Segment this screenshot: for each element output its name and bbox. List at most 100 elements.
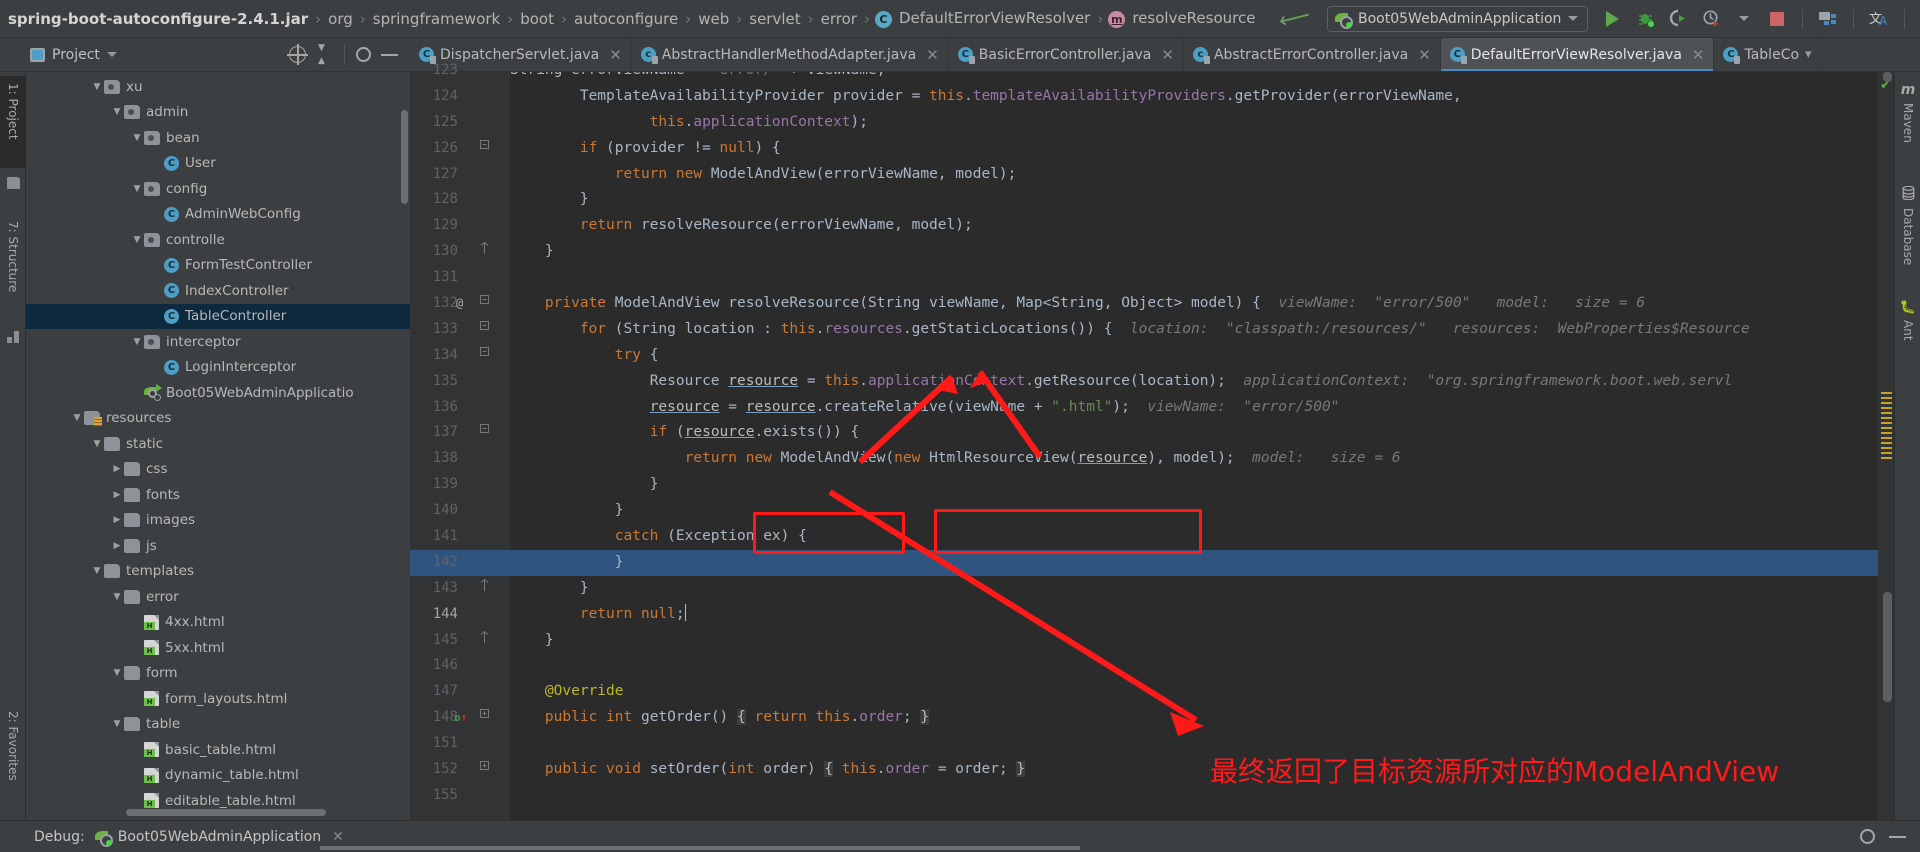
gutter-line[interactable]: 132 @ <box>410 291 510 317</box>
sidebar-item-project[interactable]: 1: Project <box>0 76 26 168</box>
editor-gutter[interactable]: 123 124 125 126 127 128 129 130 131 132 @ 133 134 135… <box>410 62 510 820</box>
debug-session-tab[interactable]: Boot05WebAdminApplication ✕ <box>94 829 344 847</box>
gutter-line[interactable]: 130 <box>410 239 510 265</box>
tree-node[interactable]: C IndexController <box>26 278 410 304</box>
tree-node[interactable]: ▼ bean <box>26 125 410 151</box>
profiler-dropdown[interactable] <box>1730 5 1758 33</box>
translate-icon[interactable]: 文A <box>1865 5 1893 33</box>
debug-button[interactable] <box>1631 5 1659 33</box>
tree-node[interactable]: C AdminWebConfig <box>26 202 410 228</box>
tree-node[interactable]: ▼ interceptor <box>26 329 410 355</box>
chevron-down-icon[interactable]: ▼ <box>70 413 84 423</box>
breadcrumb[interactable]: spring-boot-autoconfigure-2.4.1.jar › org ›… <box>6 9 1257 28</box>
close-icon[interactable]: ✕ <box>1161 46 1174 64</box>
stop-button[interactable] <box>1763 5 1791 33</box>
chevron-down-icon[interactable]: ▼ <box>90 566 104 576</box>
breadcrumb-item[interactable]: org <box>326 10 355 28</box>
tree-node[interactable]: ▶ images <box>26 508 410 534</box>
fold-marker-icon[interactable] <box>478 343 491 369</box>
code-line[interactable]: for (String location : this.resources.ge… <box>510 317 1878 343</box>
tree-node[interactable]: ▼ resources <box>26 406 410 432</box>
run-configuration-selector[interactable]: Boot05WebAdminApplication <box>1327 5 1589 32</box>
chevron-right-icon[interactable]: ▶ <box>110 515 124 525</box>
breadcrumb-item[interactable]: spring-boot-autoconfigure-2.4.1.jar <box>6 10 310 28</box>
sidebar-item-maven[interactable]: m Maven <box>1895 76 1920 149</box>
override-method-icon[interactable]: o↑ <box>454 705 467 731</box>
chevron-down-icon[interactable]: ▼ <box>130 337 144 347</box>
breadcrumb-item[interactable]: web <box>696 10 731 28</box>
fold-marker-icon[interactable] <box>478 136 491 162</box>
editor-tab[interactable]: c AbstractErrorController.java ✕ <box>1183 38 1441 71</box>
fold-marker-icon[interactable] <box>478 420 491 446</box>
tree-node[interactable]: C TableController <box>26 303 410 329</box>
chevron-down-icon[interactable]: ▼ <box>110 668 124 678</box>
terminal-icon[interactable] <box>1916 5 1920 33</box>
gutter-line[interactable]: 146 <box>410 653 510 679</box>
gutter-line[interactable]: 125 <box>410 110 510 136</box>
breadcrumb-item[interactable]: C DefaultErrorViewResolver <box>874 9 1092 28</box>
profiler-button[interactable] <box>1697 5 1725 33</box>
gutter-line[interactable]: 143 <box>410 576 510 602</box>
editor-tab[interactable]: C BasicErrorController.java ✕ <box>948 38 1184 71</box>
tree-node[interactable]: ▼ error <box>26 584 410 610</box>
tree-node[interactable]: ▼ templates <box>26 559 410 585</box>
chevron-down-icon[interactable]: ▼ <box>130 235 144 245</box>
gutter-line[interactable]: 138 <box>410 446 510 472</box>
gear-icon[interactable] <box>356 47 371 62</box>
chevron-down-icon[interactable]: ▼ <box>110 719 124 729</box>
tree-node[interactable]: ▼ table <box>26 712 410 738</box>
tree-node[interactable]: ▼ form <box>26 661 410 687</box>
annotation-marker-icon[interactable]: @ <box>456 291 463 317</box>
tree-node[interactable]: C LoginInterceptor <box>26 355 410 381</box>
editor-tab[interactable]: c AbstractHandlerMethodAdapter.java ✕ <box>631 38 949 71</box>
tree-node[interactable]: ▶ fonts <box>26 482 410 508</box>
minimize-icon[interactable] <box>381 46 398 63</box>
fold-marker-icon[interactable] <box>478 239 491 265</box>
tree-node[interactable]: ▼ static <box>26 431 410 457</box>
code-line[interactable] <box>510 653 1878 679</box>
close-icon[interactable]: ✕ <box>1692 46 1705 64</box>
tree-node[interactable]: ▼ admin <box>26 100 410 126</box>
code-line[interactable]: private ModelAndView resolveResource(Str… <box>510 291 1878 317</box>
chevron-right-icon[interactable]: ▶ <box>110 464 124 474</box>
gutter-line[interactable]: 126 <box>410 136 510 162</box>
editor-tab[interactable]: C DefaultErrorViewResolver.java ✕ <box>1440 38 1715 71</box>
gutter-line[interactable]: 151 <box>410 731 510 757</box>
gutter-line[interactable]: 131 <box>410 265 510 291</box>
chevron-right-icon[interactable]: ▶ <box>110 490 124 500</box>
tree-node[interactable]: ▼ xu <box>26 74 410 100</box>
tree-node[interactable]: dynamic_table.html <box>26 763 410 789</box>
gutter-line[interactable]: 139 <box>410 472 510 498</box>
code-line[interactable]: public int getOrder() { return this.orde… <box>510 705 1878 731</box>
code-line[interactable]: return new ModelAndView(errorViewName, m… <box>510 162 1878 188</box>
code-line[interactable]: } <box>510 628 1878 654</box>
tree-node[interactable]: C FormTestController <box>26 253 410 279</box>
breadcrumb-item[interactable]: error <box>819 10 859 28</box>
tree-node[interactable]: ▼ controlle <box>26 227 410 253</box>
code-line[interactable]: } <box>510 239 1878 265</box>
code-line[interactable]: } <box>510 498 1878 524</box>
gutter-line[interactable]: 145 <box>410 628 510 654</box>
chevron-down-icon[interactable]: ▼ <box>110 592 124 602</box>
minimize-icon[interactable] <box>1889 828 1906 845</box>
tree-node[interactable]: basic_table.html <box>26 737 410 763</box>
breadcrumb-item[interactable]: autoconfigure <box>572 10 680 28</box>
close-icon[interactable]: ✕ <box>1418 46 1431 64</box>
gutter-line[interactable]: 133 <box>410 317 510 343</box>
code-text-area[interactable]: String errorViewName = "error/" + viewNa… <box>510 72 1878 820</box>
gutter-line[interactable]: 123 <box>410 58 510 84</box>
code-line[interactable]: } <box>510 472 1878 498</box>
close-icon[interactable]: ✕ <box>609 46 622 64</box>
gutter-line[interactable]: 155 <box>410 783 510 809</box>
breadcrumb-item[interactable]: m resolveResource <box>1108 9 1257 28</box>
editor-tab[interactable]: C TableCo ▾ <box>1714 38 1822 71</box>
chevron-right-icon[interactable]: ▶ <box>110 541 124 551</box>
gutter-line[interactable]: 152 <box>410 757 510 783</box>
gutter-line[interactable]: 135 <box>410 369 510 395</box>
locate-icon[interactable] <box>287 44 308 65</box>
code-line[interactable] <box>510 783 1878 809</box>
breadcrumb-item[interactable]: boot <box>518 10 556 28</box>
structure-icon-tab[interactable] <box>0 324 26 354</box>
code-line[interactable]: resource = resource.createRelative(viewN… <box>510 395 1878 421</box>
run-with-coverage-button[interactable] <box>1664 5 1692 33</box>
